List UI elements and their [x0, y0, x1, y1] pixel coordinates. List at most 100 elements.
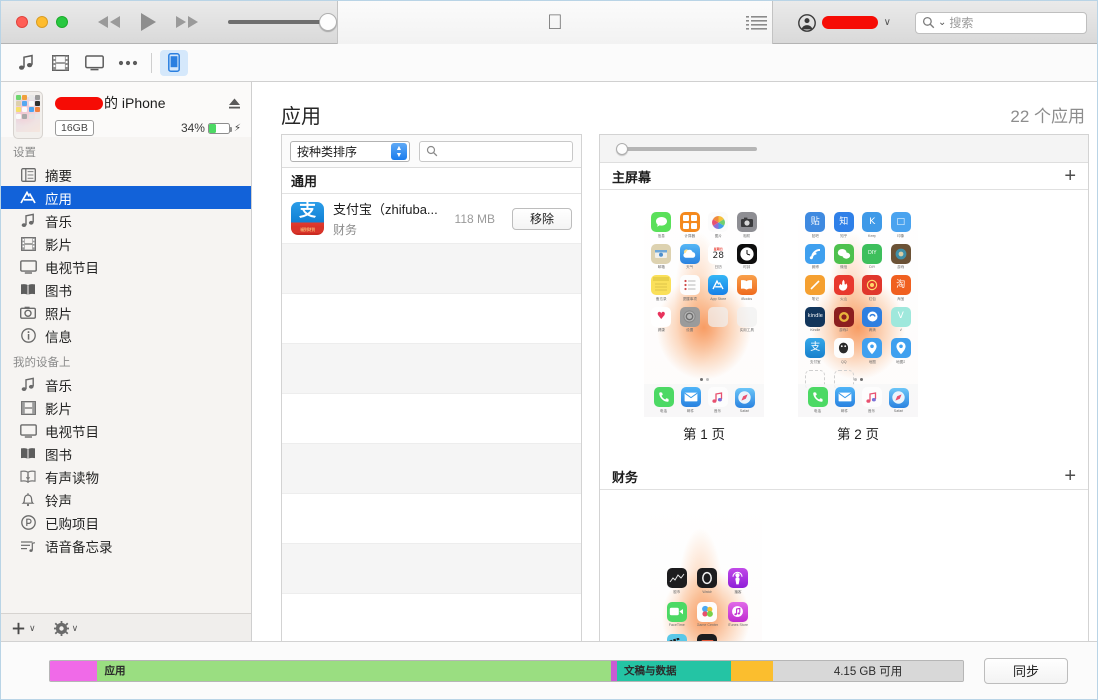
zoom-button[interactable] — [56, 16, 68, 28]
home-icon[interactable]: ♥ 健康 — [650, 306, 673, 334]
dock-icon[interactable]: Safari — [734, 387, 755, 413]
play-button[interactable] — [139, 12, 157, 32]
zoom-slider-knob[interactable] — [616, 142, 628, 155]
home-icon[interactable]: 滴滴 — [861, 306, 884, 334]
sidebar-item-device-books[interactable]: 图书 — [1, 442, 251, 465]
home-screen-page[interactable]: 贴贴吧 知知乎 K Keep □ 印象 微博 微信 DIY DIY 游戏 笔记 火山 … — [798, 204, 918, 443]
home-icon[interactable]: 信息 — [650, 212, 673, 239]
home-icon[interactable]: 图片 — [707, 212, 730, 239]
home-icon[interactable]: iBooks — [736, 275, 759, 302]
app-search-input[interactable] — [419, 140, 573, 162]
storage-segment-apps[interactable]: 应用 — [97, 660, 612, 681]
dock-icon[interactable]: 邮件 — [680, 387, 701, 414]
stepper-icon[interactable]: ▲ ▼ — [391, 143, 407, 160]
sidebar-item-apps[interactable]: 应用 — [1, 186, 251, 209]
storage-segment-other[interactable] — [731, 660, 774, 681]
folder-preview[interactable]: 股市 Watch 播客 FaceTime Game Center iTunes … — [650, 502, 762, 642]
account-menu[interactable]: ∨ — [790, 13, 899, 32]
home-icon[interactable]: 游戏2 — [833, 306, 856, 334]
dock-icon[interactable]: 电话 — [807, 387, 828, 414]
list-view-icon[interactable] — [745, 15, 768, 31]
home-icon[interactable]: 邮箱 — [650, 243, 673, 271]
home-icon[interactable]: kindle Kindle — [804, 306, 827, 334]
home-icon[interactable]: 备忘录 — [650, 275, 673, 302]
home-icon[interactable]: 支支付宝 — [804, 338, 827, 365]
home-icon[interactable]: VV — [890, 306, 913, 334]
dock-icon[interactable]: Safari — [888, 387, 909, 413]
home-screen-page[interactable]: 信息 计算器 图片 相机 邮箱 天气 星期日 28 日历 时钟 备忘录 提醒事项… — [644, 204, 764, 443]
home-icon[interactable]: 实用工具 — [736, 306, 759, 334]
media-button-music[interactable] — [9, 50, 43, 76]
add-button[interactable]: ∨ — [11, 621, 36, 636]
sort-select[interactable]: 按种类排序 ▲ ▼ — [290, 140, 410, 162]
folder-icon-cell[interactable]: iTunes Store — [727, 601, 749, 627]
home-icon[interactable]: QQ — [833, 338, 856, 365]
remove-button[interactable]: 移除 — [512, 207, 572, 230]
home-icon[interactable]: K Keep — [861, 212, 884, 239]
rewind-button[interactable] — [96, 14, 122, 30]
folder-icon-cell[interactable]: FaceTime — [666, 601, 688, 627]
home-icon[interactable]: 知知乎 — [833, 212, 856, 239]
home-icon[interactable]: 地图 — [861, 338, 884, 365]
sidebar-item-device-music[interactable]: 音乐 — [1, 373, 251, 396]
minimize-button[interactable] — [36, 16, 48, 28]
sync-button[interactable]: 同步 — [984, 657, 1068, 684]
volume-knob[interactable] — [319, 13, 337, 31]
folder-icon-cell[interactable]: 播客 — [727, 568, 749, 595]
media-button-more[interactable] — [111, 50, 145, 76]
home-icon[interactable]: 时钟 — [736, 243, 759, 271]
home-icon[interactable]: □ 印象 — [890, 212, 913, 239]
media-button-movies[interactable] — [43, 50, 77, 76]
search-scope-chevron-icon[interactable]: ⌄ — [938, 17, 946, 28]
sidebar-item-photos[interactable]: 照片 — [1, 301, 251, 324]
home-icon[interactable]: 设置 — [679, 306, 702, 334]
home-screen-preview[interactable]: 信息 计算器 图片 相机 邮箱 天气 星期日 28 日历 时钟 备忘录 提醒事项… — [644, 204, 764, 417]
home-icon[interactable]: 微博 — [804, 243, 827, 271]
home-icon[interactable]: 星期日 28 日历 — [707, 243, 730, 271]
plus-icon[interactable]: + — [1064, 166, 1076, 186]
sidebar-item-purchased[interactable]: 已购项目 — [1, 511, 251, 534]
home-icon[interactable]: DIY DIY — [861, 243, 884, 271]
folder-icon-cell[interactable]: Game Center — [697, 601, 718, 627]
sidebar-item-info[interactable]: 信息 — [1, 324, 251, 347]
home-icon[interactable]: App Store — [707, 275, 730, 302]
device-button[interactable] — [160, 49, 188, 76]
eject-icon[interactable] — [228, 97, 241, 110]
storage-segment-documents-data[interactable]: 文稿与数据 — [616, 660, 732, 681]
home-icon[interactable]: 提醒事项 — [679, 275, 702, 302]
home-icon[interactable]: 淘淘宝 — [890, 275, 913, 302]
dock-icon[interactable]: 音乐 — [861, 387, 882, 414]
search-field[interactable]: ⌄ 搜索 — [915, 11, 1087, 34]
home-icon[interactable]: 游戏 — [890, 243, 913, 271]
settings-button[interactable]: ∨ — [53, 620, 78, 636]
home-screen-preview[interactable]: 贴贴吧 知知乎 K Keep □ 印象 微博 微信 DIY DIY 游戏 笔记 火山 … — [798, 204, 918, 417]
sidebar-item-device-movies[interactable]: 影片 — [1, 396, 251, 419]
fast-forward-button[interactable] — [174, 14, 200, 30]
home-icon[interactable]: 贴贴吧 — [804, 212, 827, 239]
sidebar-item-ringtones[interactable]: 铃声 — [1, 488, 251, 511]
sidebar-item-voice-memos[interactable]: 语音备忘录 — [1, 534, 251, 557]
sidebar-item-audiobooks[interactable]: 有声读物 — [1, 465, 251, 488]
zoom-slider[interactable] — [600, 135, 1088, 163]
dock-icon[interactable]: 邮件 — [834, 387, 855, 414]
dock-icon[interactable]: 电话 — [653, 387, 674, 414]
sidebar-item-books[interactable]: 图书 — [1, 278, 251, 301]
close-button[interactable] — [16, 16, 28, 28]
home-icon[interactable]: 微信 — [833, 243, 856, 271]
plus-icon[interactable]: + — [1064, 466, 1076, 486]
home-icon[interactable]: 红包 — [861, 275, 884, 302]
home-icon[interactable]: 计算器 — [679, 212, 702, 239]
home-icon[interactable]: 地图2 — [890, 338, 913, 365]
home-icon[interactable]: 相机 — [736, 212, 759, 239]
folder-icon-cell[interactable]: Watch — [697, 568, 719, 595]
folder-icon-cell[interactable]: 股市 — [666, 568, 688, 595]
storage-segment-other-start[interactable] — [50, 660, 98, 681]
dock-icon[interactable]: 音乐 — [707, 387, 728, 414]
sidebar-item-tv-shows[interactable]: 电视节目 — [1, 255, 251, 278]
media-button-tv-shows[interactable] — [77, 50, 111, 76]
table-row[interactable]: 支 福到财到 支付宝（zhifuba... 财务 118 MB 移除 — [282, 194, 581, 244]
sidebar-item-music[interactable]: 音乐 — [1, 209, 251, 232]
home-icon[interactable]: 笔记 — [804, 275, 827, 302]
sidebar-item-movies[interactable]: 影片 — [1, 232, 251, 255]
home-icon[interactable] — [707, 306, 730, 334]
